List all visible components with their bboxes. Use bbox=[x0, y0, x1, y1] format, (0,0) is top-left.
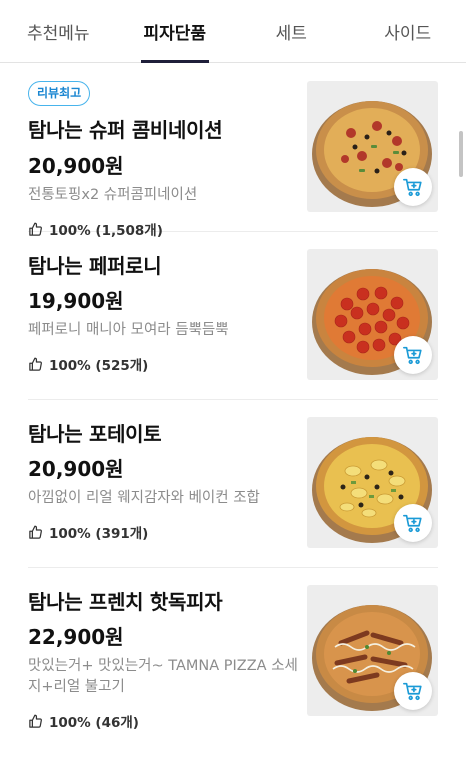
thumbs-up-icon bbox=[29, 357, 42, 371]
menu-item-pepperoni[interactable]: 탐나는 페퍼로니 19,900원 페퍼로니 매니아 모여라 듬뿍듬뿍 100% … bbox=[28, 232, 438, 400]
menu-item-description: 맛있는거+ 맛있는거~ TAMNA PIZZA 소세지+리얼 불고기 bbox=[28, 658, 298, 695]
thumbs-up-icon bbox=[29, 525, 42, 539]
likes-count: 100% (46개) bbox=[49, 715, 139, 731]
menu-item-name: 탐나는 슈퍼 콤비네이션 bbox=[28, 118, 223, 142]
scrollbar[interactable] bbox=[459, 131, 463, 177]
menu-item-price: 19,900원 bbox=[28, 289, 124, 313]
add-to-cart-button[interactable] bbox=[394, 504, 432, 542]
menu-item-super-combination[interactable]: 리뷰최고 탐나는 슈퍼 콤비네이션 20,900원 전통토핑x2 슈퍼콤피네이션… bbox=[28, 64, 438, 239]
likes-count: 100% (525개) bbox=[49, 358, 149, 374]
menu-item-name: 탐나는 포테이토 bbox=[28, 422, 162, 446]
menu-item-name: 탐나는 페퍼로니 bbox=[28, 254, 162, 278]
cart-add-icon bbox=[403, 178, 422, 197]
cart-add-icon bbox=[403, 682, 422, 701]
menu-item-price: 20,900원 bbox=[28, 457, 124, 481]
thumbs-up-icon bbox=[29, 714, 42, 728]
tab-side[interactable]: 사이드 bbox=[350, 0, 466, 62]
cart-add-icon bbox=[403, 346, 422, 365]
add-to-cart-button[interactable] bbox=[394, 336, 432, 374]
menu-item-french-hotdog[interactable]: 탐나는 프렌치 핫독피자 22,900원 맛있는거+ 맛있는거~ TAMNA P… bbox=[28, 568, 438, 736]
menu-item-likes: 100% (46개) bbox=[28, 711, 139, 731]
cart-add-icon bbox=[403, 514, 422, 533]
menu-item-price: 20,900원 bbox=[28, 154, 124, 178]
add-to-cart-button[interactable] bbox=[394, 672, 432, 710]
menu-item-likes: 100% (391개) bbox=[28, 522, 148, 542]
menu-item-description: 아낌없이 리얼 웨지감자와 베이컨 조합 bbox=[28, 490, 260, 506]
menu-item-potato[interactable]: 탐나는 포테이토 20,900원 아낌없이 리얼 웨지감자와 베이컨 조합 10… bbox=[28, 400, 438, 568]
menu-item-price: 22,900원 bbox=[28, 625, 124, 649]
category-tabs: 추천메뉴 피자단품 세트 사이드 bbox=[0, 0, 466, 63]
tab-pizza-single[interactable]: 피자단품 bbox=[117, 0, 234, 62]
likes-count: 100% (391개) bbox=[49, 526, 149, 542]
add-to-cart-button[interactable] bbox=[394, 168, 432, 206]
tab-set[interactable]: 세트 bbox=[233, 0, 350, 62]
pizza-image bbox=[307, 585, 438, 716]
tab-recommended[interactable]: 추천메뉴 bbox=[0, 0, 117, 62]
menu-list: 리뷰최고 탐나는 슈퍼 콤비네이션 20,900원 전통토핑x2 슈퍼콤피네이션… bbox=[0, 64, 466, 736]
review-best-badge: 리뷰최고 bbox=[28, 81, 91, 106]
menu-item-likes: 100% (525개) bbox=[28, 354, 148, 374]
menu-item-name: 탐나는 프렌치 핫독피자 bbox=[28, 590, 223, 614]
pizza-image bbox=[307, 249, 438, 380]
pizza-image bbox=[307, 417, 438, 548]
pizza-image bbox=[307, 81, 438, 212]
menu-item-description: 전통토핑x2 슈퍼콤피네이션 bbox=[28, 187, 198, 203]
menu-item-description: 페퍼로니 매니아 모여라 듬뿍듬뿍 bbox=[28, 322, 229, 338]
